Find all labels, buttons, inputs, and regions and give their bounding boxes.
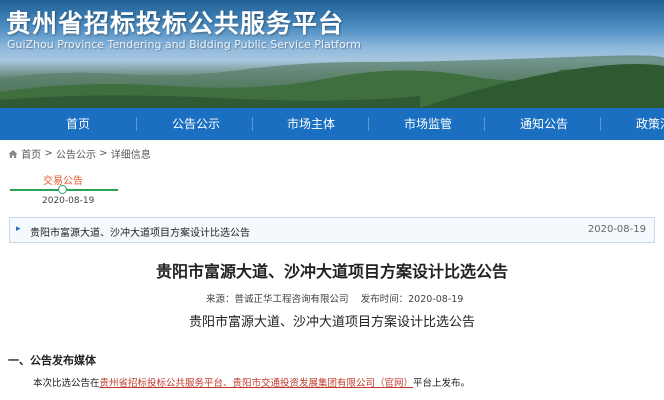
notice-title[interactable]: 贵阳市富源大道、沙冲大道项目方案设计比选公告 xyxy=(30,224,250,239)
nav-separator xyxy=(484,117,485,131)
source-label: 来源： xyxy=(206,294,235,305)
breadcrumb-current: 详细信息 xyxy=(110,150,151,161)
nav-separator xyxy=(136,117,137,131)
breadcrumb-announcements[interactable]: 公告公示 xyxy=(56,150,96,161)
nav-item-announcements[interactable]: 公告公示 xyxy=(172,108,220,140)
nav-item-market-entities[interactable]: 市场主体 xyxy=(287,108,335,140)
site-title[interactable]: 贵州省招标投标公共服务平台 xyxy=(6,4,344,40)
article-paragraph: 本次比选公告在贵州省招标投标公共服务平台、贵阳市交通投资发展集团有限公司（官网）… xyxy=(33,375,470,389)
nav-separator xyxy=(252,117,253,131)
paragraph-text: 平台上发布。 xyxy=(413,378,471,389)
nav-separator xyxy=(368,117,369,131)
home-icon xyxy=(8,149,18,158)
notice-date: 2020-08-19 xyxy=(587,224,646,235)
media-link[interactable]: 贵州省招标投标公共服务平台、贵阳市交通投资发展集团有限公司（官网） xyxy=(100,378,414,389)
breadcrumb-separator: > xyxy=(99,148,108,159)
publish-time-label: 发布时间： xyxy=(360,294,409,305)
publish-time-value: 2020-08-19 xyxy=(408,294,464,305)
nav-item-notices[interactable]: 通知公告 xyxy=(520,108,568,140)
timeline-node[interactable] xyxy=(58,185,67,194)
timeline-date: 2020-08-19 xyxy=(42,196,95,206)
article-title: 贵阳市富源大道、沙冲大道项目方案设计比选公告 xyxy=(155,262,508,281)
source-value: 普诚正华工程咨询有限公司 xyxy=(234,294,349,305)
main-nav: 首页 公告公示 市场主体 市场监管 通知公告 政策法 xyxy=(0,108,664,140)
nav-item-policies[interactable]: 政策法 xyxy=(636,108,664,140)
article-meta: 来源：普诚正华工程咨询有限公司 发布时间：2020-08-19 xyxy=(206,291,463,305)
paragraph-text: 本次比选公告在 xyxy=(33,378,100,389)
nav-separator xyxy=(600,117,601,131)
header-banner: 贵州省招标投标公共服务平台 GuiZhou Province Tendering… xyxy=(0,0,664,108)
nav-item-home[interactable]: 首页 xyxy=(66,108,90,140)
arrow-right-icon: ▸ xyxy=(16,224,21,234)
section-heading: 一、公告发布媒体 xyxy=(8,354,96,367)
article-subtitle: 贵阳市富源大道、沙冲大道项目方案设计比选公告 xyxy=(188,315,475,330)
breadcrumb: 首页 > 公告公示 > 详细信息 xyxy=(8,146,151,161)
site-subtitle: GuiZhou Province Tendering and Bidding P… xyxy=(7,38,361,51)
notice-row[interactable]: ▸ 贵阳市富源大道、沙冲大道项目方案设计比选公告 2020-08-19 xyxy=(9,217,655,243)
nav-item-market-supervision[interactable]: 市场监管 xyxy=(404,108,452,140)
breadcrumb-separator: > xyxy=(44,148,53,159)
breadcrumb-home[interactable]: 首页 xyxy=(21,150,41,161)
